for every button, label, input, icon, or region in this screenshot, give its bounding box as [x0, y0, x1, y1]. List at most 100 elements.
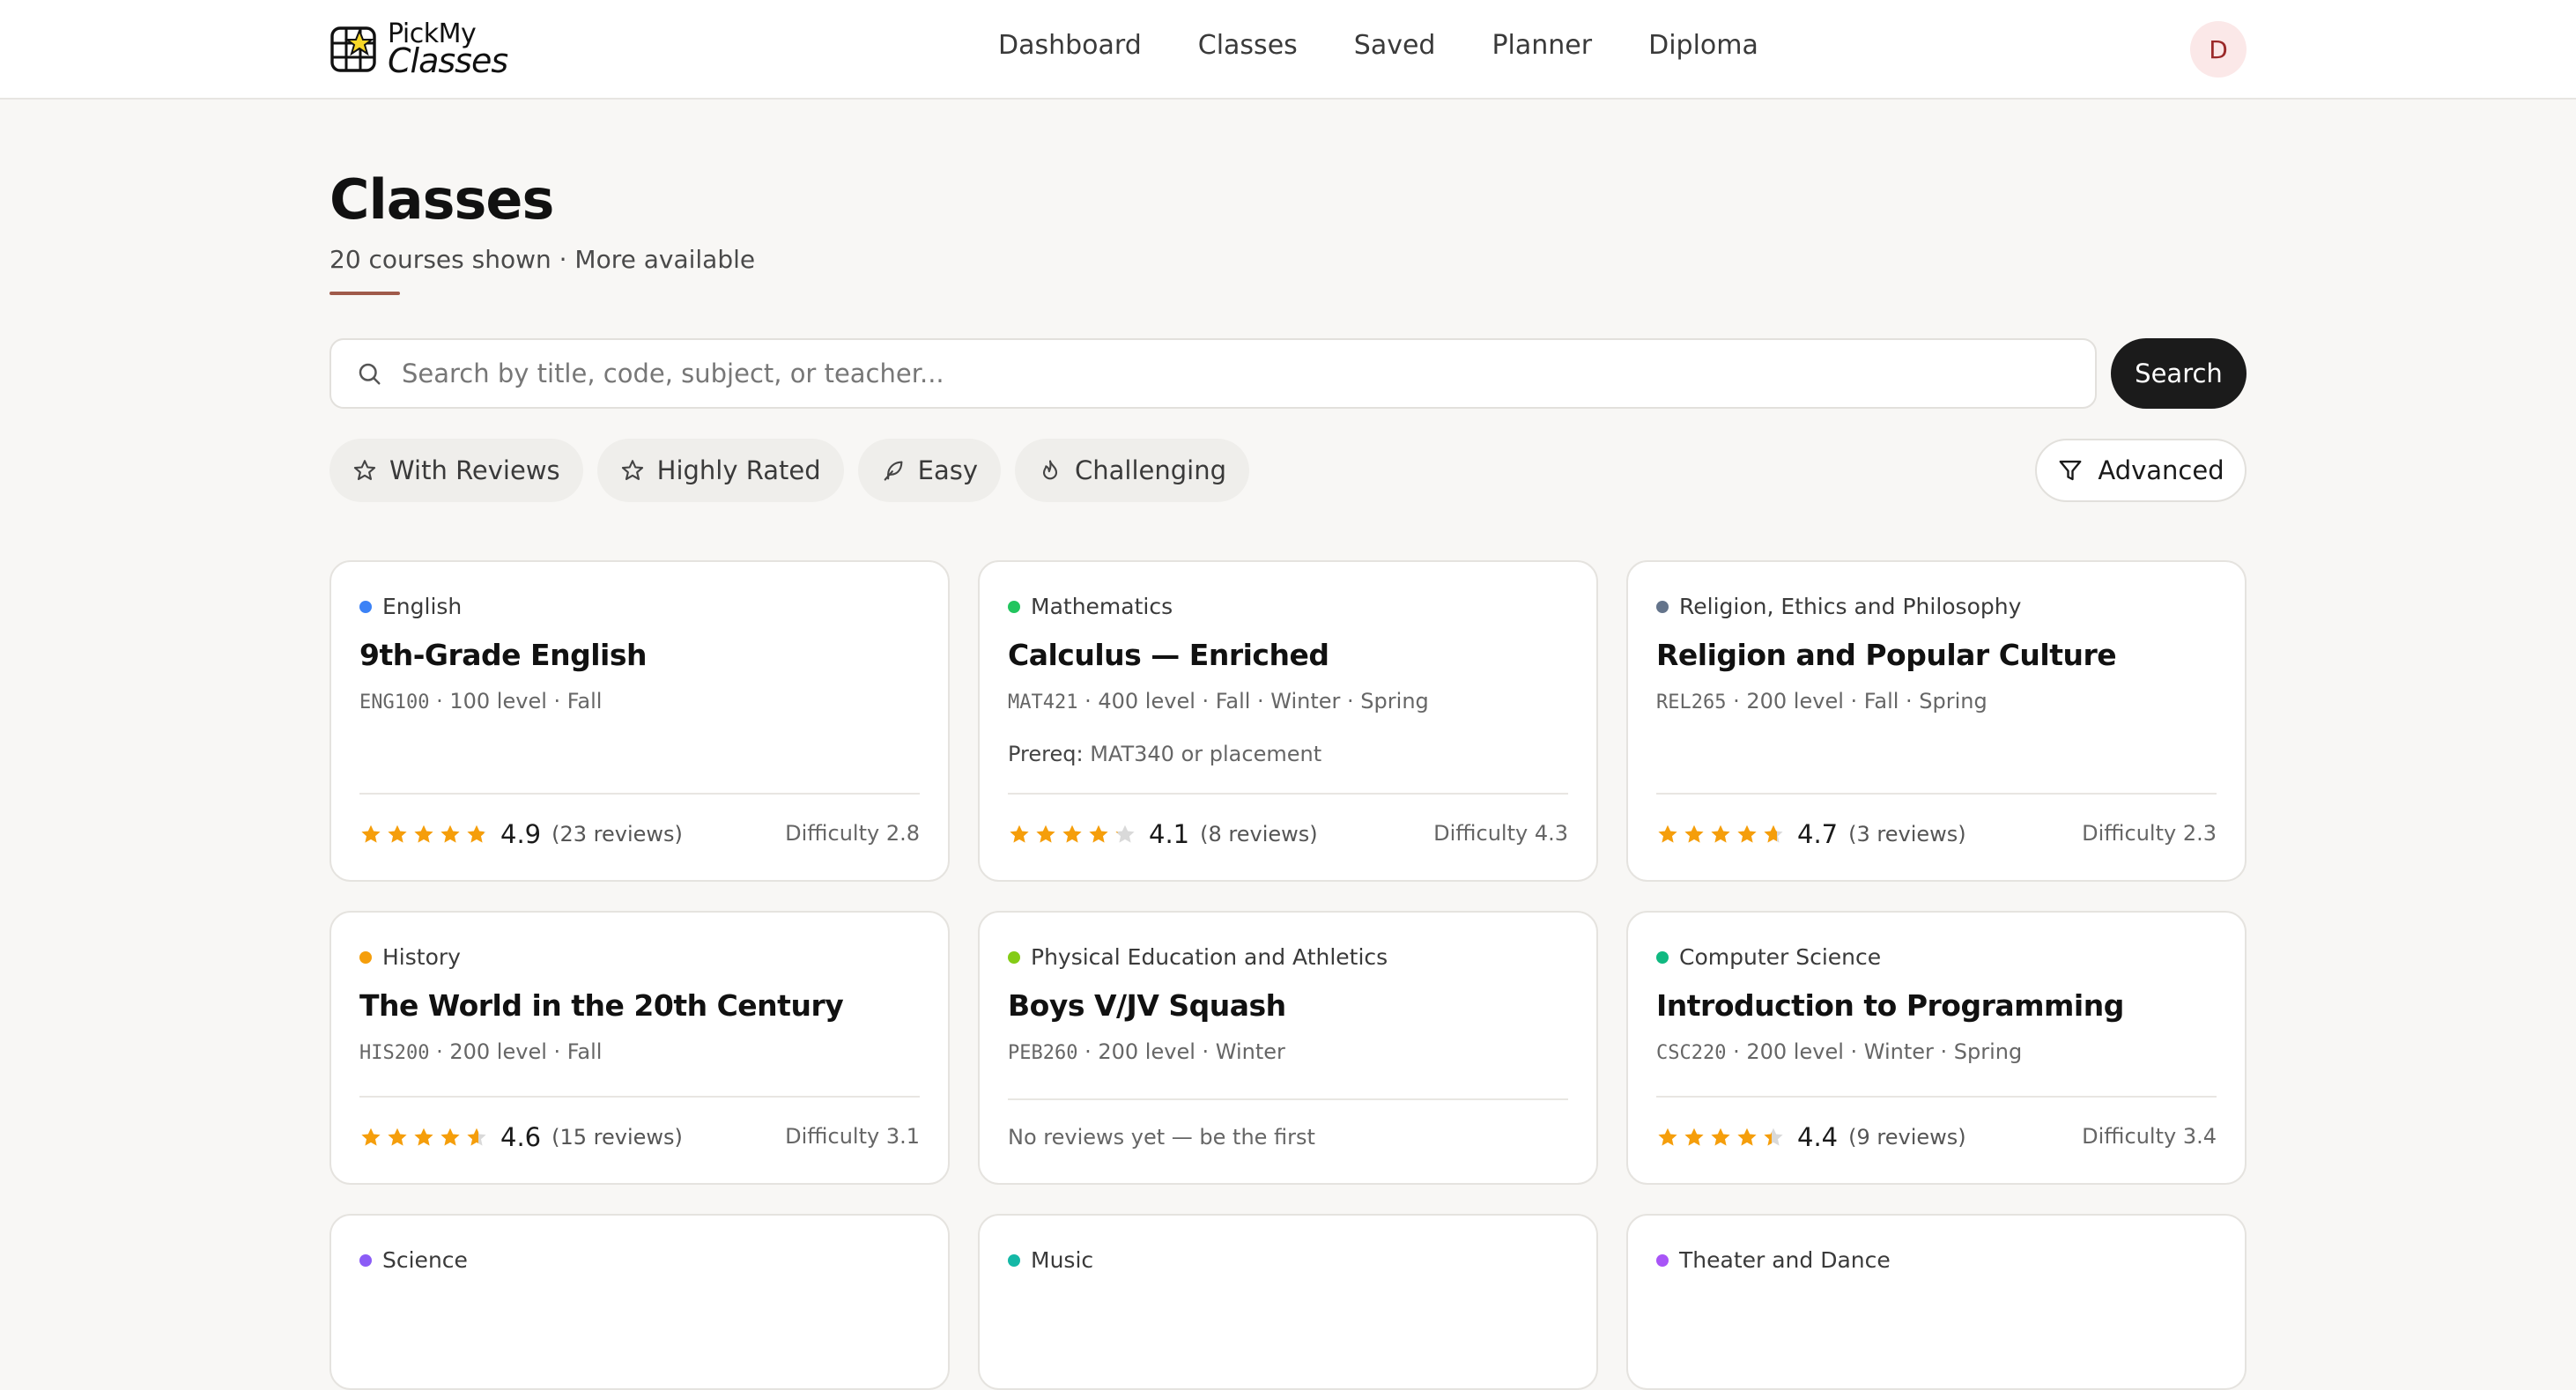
user-avatar[interactable]: D [2190, 21, 2247, 78]
star-icon [1737, 1128, 1757, 1146]
course-title[interactable]: The World in the 20th Century [359, 988, 844, 1023]
filter-easy[interactable]: Easy [857, 439, 1002, 502]
subject-color-dot [1656, 950, 1669, 964]
star-icon [440, 824, 460, 843]
prereq-value: MAT340 or placement [1083, 742, 1322, 766]
subject-label: Theater and Dance [1679, 1247, 1891, 1273]
star-icon [388, 1128, 407, 1146]
nav-dashboard[interactable]: Dashboard [998, 30, 1142, 61]
star-icon [440, 1128, 460, 1146]
subject-color-dot [1008, 600, 1020, 613]
subject-color-dot [1008, 950, 1020, 964]
nav-saved[interactable]: Saved [1354, 30, 1436, 61]
course-subject: Computer Science [1656, 944, 1881, 970]
card-divider [1008, 793, 1568, 795]
course-level-terms: · 200 level · Fall · Spring [1726, 689, 1988, 713]
search-icon [359, 363, 381, 385]
star-icon [1684, 1128, 1704, 1146]
filter-highly-rated[interactable]: Highly Rated [596, 439, 844, 502]
course-card[interactable]: Computer Science Introduction to Program… [1626, 911, 2247, 1185]
filter-challenging[interactable]: Challenging [1015, 439, 1250, 502]
filter-label: Highly Rated [656, 455, 821, 485]
course-card[interactable]: Theater and Dance [1626, 1214, 2247, 1390]
course-difficulty: Difficulty 4.3 [1433, 821, 1568, 846]
course-meta: CSC220 · 200 level · Winter · Spring [1656, 1039, 2022, 1064]
title-underline [329, 292, 400, 295]
course-level-terms: · 100 level · Fall [429, 689, 603, 713]
course-level-terms: · 200 level · Fall [429, 1039, 603, 1064]
star-icon [1764, 1128, 1783, 1146]
course-meta: HIS200 · 200 level · Fall [359, 1039, 602, 1064]
star-icon [1115, 824, 1135, 843]
card-divider [359, 1096, 920, 1098]
card-divider [1656, 1096, 2217, 1098]
filter-label: With Reviews [389, 455, 560, 485]
course-title[interactable]: Religion and Popular Culture [1656, 638, 2117, 672]
star-icon [1089, 824, 1108, 843]
subject-label: Computer Science [1679, 944, 1882, 970]
filter-with-reviews[interactable]: With Reviews [329, 439, 583, 502]
course-card[interactable]: Mathematics Calculus — Enriched MAT421 ·… [978, 560, 1598, 882]
subject-color-dot [1656, 1253, 1669, 1267]
star-icon [414, 824, 433, 843]
subject-color-dot [1008, 1253, 1020, 1267]
advanced-filters-button[interactable]: Advanced [2035, 439, 2247, 502]
rating-value: 4.6 [500, 1122, 542, 1152]
top-navbar: PickMy Classes Dashboard Classes Saved P… [0, 0, 2576, 100]
star-icon [1764, 824, 1783, 843]
course-title[interactable]: Calculus — Enriched [1008, 638, 1329, 672]
course-title[interactable]: Boys V/JV Squash [1008, 988, 1286, 1023]
course-subject: Mathematics [1008, 594, 1173, 619]
star-icon [1658, 824, 1677, 843]
page-subtitle: 20 courses shown · More available [329, 245, 756, 274]
flame-icon [1042, 460, 1058, 480]
search-input[interactable] [402, 359, 2058, 388]
star-rating [1656, 823, 1785, 846]
course-rating: 4.4 (9 reviews) [1656, 1122, 1966, 1152]
star-icon [1737, 824, 1757, 843]
main-nav: Dashboard Classes Saved Planner Diploma [998, 30, 1758, 61]
star-icon [1684, 824, 1704, 843]
course-rating: 4.7 (3 reviews) [1656, 819, 1966, 849]
course-card[interactable]: Science [329, 1214, 950, 1390]
course-subject: Science [359, 1247, 468, 1273]
star-icon [1062, 824, 1082, 843]
course-difficulty: Difficulty 3.4 [2082, 1124, 2217, 1149]
course-level-terms: · 200 level · Winter · Spring [1726, 1039, 2023, 1064]
course-subject: Music [1008, 1247, 1093, 1273]
star-icon [361, 824, 381, 843]
course-difficulty: Difficulty 2.8 [785, 821, 920, 846]
search-box [329, 338, 2097, 409]
nav-diploma[interactable]: Diploma [1648, 30, 1758, 61]
review-count: (3 reviews) [1848, 822, 1966, 847]
star-icon [361, 1128, 381, 1146]
brand-logo[interactable]: PickMy Classes [329, 21, 508, 78]
subject-color-dot [359, 600, 372, 613]
subject-label: Science [382, 1247, 468, 1273]
star-icon [1658, 1128, 1677, 1146]
course-code: ENG100 [359, 691, 430, 713]
nav-planner[interactable]: Planner [1492, 30, 1592, 61]
course-subject: History [359, 944, 461, 970]
course-subject: English [359, 594, 462, 619]
star-rating [359, 823, 488, 846]
course-rating: 4.9 (23 reviews) [359, 819, 683, 849]
course-subject: Physical Education and Athletics [1008, 944, 1388, 970]
star-icon [414, 1128, 433, 1146]
nav-classes[interactable]: Classes [1198, 30, 1298, 61]
course-card[interactable]: Religion, Ethics and Philosophy Religion… [1626, 560, 2247, 882]
subject-label: Mathematics [1031, 594, 1173, 619]
course-card[interactable]: Physical Education and Athletics Boys V/… [978, 911, 1598, 1185]
page-title: Classes [329, 167, 554, 232]
course-code: REL265 [1656, 691, 1727, 713]
course-title[interactable]: 9th-Grade English [359, 638, 647, 672]
subject-label: Music [1031, 1247, 1094, 1273]
course-card[interactable]: English 9th-Grade English ENG100 · 100 l… [329, 560, 950, 882]
course-code: CSC220 [1656, 1042, 1727, 1064]
course-code: HIS200 [359, 1042, 430, 1064]
no-reviews-message[interactable]: No reviews yet — be the first [1008, 1125, 1315, 1150]
search-button[interactable]: Search [2111, 338, 2247, 409]
course-card[interactable]: Music [978, 1214, 1598, 1390]
course-card[interactable]: History The World in the 20th Century HI… [329, 911, 950, 1185]
course-title[interactable]: Introduction to Programming [1656, 988, 2124, 1023]
